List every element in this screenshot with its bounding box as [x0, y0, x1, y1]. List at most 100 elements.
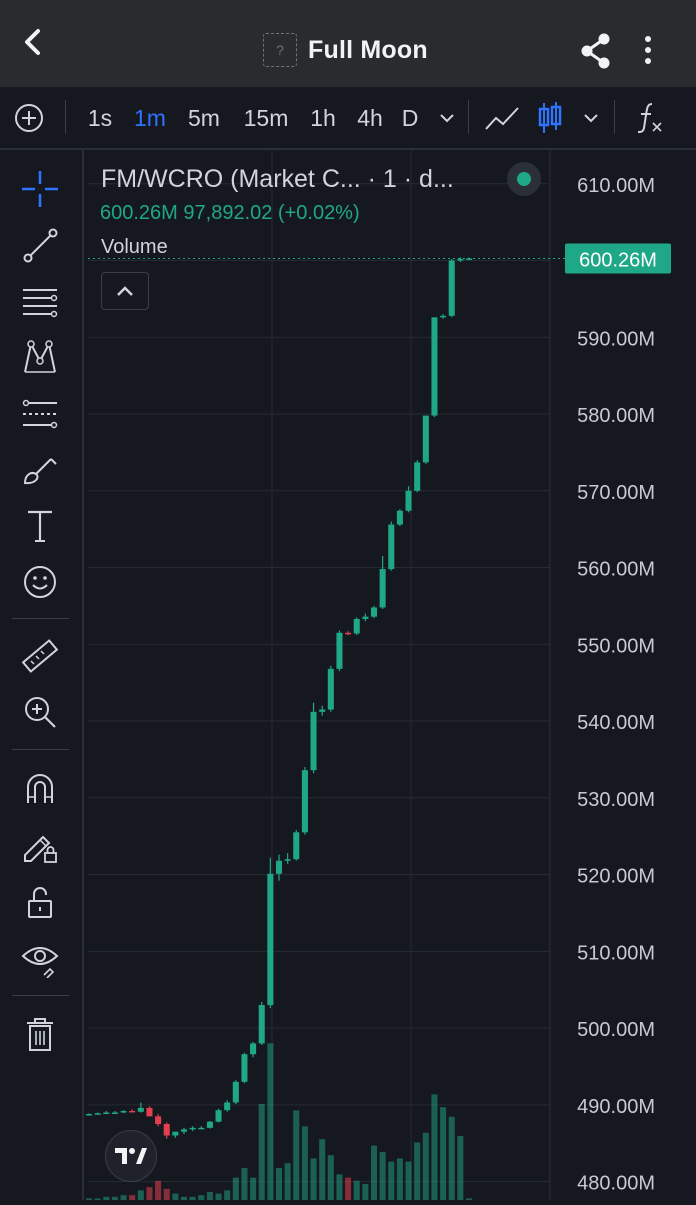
drawing-tools-sidebar	[0, 150, 84, 1200]
volume-bar	[250, 1177, 257, 1200]
volume-bar	[267, 1043, 274, 1200]
volume-bar	[431, 1094, 438, 1200]
volume-bar	[215, 1193, 222, 1200]
sidebar-divider	[12, 618, 69, 619]
magnet-mode-button[interactable]	[18, 767, 62, 811]
candle-body	[85, 1114, 93, 1116]
toolbar-divider	[614, 100, 615, 134]
last-price-label: 600.26M	[579, 250, 657, 272]
zoom-tool-button[interactable]	[18, 690, 62, 734]
volume-bar	[370, 1145, 378, 1200]
toolbar-divider	[468, 100, 469, 134]
volume-bar	[396, 1158, 403, 1200]
chart-panel[interactable]: 610.00M600.00M590.00M580.00M570.00M560.0…	[84, 150, 696, 1200]
tradingview-logo[interactable]	[105, 1130, 157, 1182]
volume-bar	[440, 1107, 447, 1200]
interval-1h[interactable]: 1h	[304, 88, 342, 148]
lock-all-drawings-button[interactable]	[18, 880, 62, 924]
candle-body	[206, 1121, 213, 1128]
candle-body	[353, 618, 360, 634]
candle-body	[422, 415, 429, 463]
interval-dropdown-button[interactable]	[432, 88, 462, 148]
price-axis-label: 500.00M	[577, 1019, 655, 1041]
volume-bar	[319, 1139, 326, 1200]
collapse-legend-button[interactable]	[101, 272, 149, 310]
candle-body	[362, 616, 369, 619]
forecast-tool-button[interactable]	[18, 392, 62, 436]
candle-body	[284, 859, 291, 861]
volume-bar	[422, 1132, 429, 1200]
candlesticks	[85, 257, 473, 1139]
eye-icon	[21, 947, 59, 978]
interval-5m[interactable]: 5m	[181, 88, 227, 148]
candle-body	[345, 632, 352, 635]
magnet-icon	[27, 774, 53, 803]
interval-1s[interactable]: 1s	[82, 88, 118, 148]
chart-type-dropdown-button[interactable]	[576, 88, 606, 148]
delete-drawings-button[interactable]	[18, 1012, 62, 1056]
app-header: ? Full Moon	[0, 0, 696, 87]
candle-body	[111, 1112, 118, 1114]
title-group: ? Full Moon	[263, 30, 428, 70]
crosshair-icon	[22, 171, 58, 207]
candle-chart-type-button[interactable]	[532, 88, 568, 148]
chevron-down-icon	[440, 114, 454, 123]
fib-tool-button[interactable]	[18, 280, 62, 324]
add-indicator-button[interactable]	[8, 88, 50, 148]
candle-body	[310, 711, 317, 771]
symbol-legend[interactable]: FM/WCRO (Market C... · 1 · d...	[101, 165, 454, 194]
plus-circle-icon	[15, 104, 43, 132]
price-axis-label: 510.00M	[577, 942, 655, 964]
line-chart-type-button[interactable]	[480, 88, 524, 148]
candlestick-icon	[538, 102, 562, 133]
sidebar-divider	[12, 995, 69, 996]
back-button[interactable]	[14, 22, 54, 62]
price-axis-label: 580.00M	[577, 405, 655, 427]
trash-icon	[27, 1018, 53, 1051]
text-tool-button[interactable]	[18, 504, 62, 548]
volume-bar	[146, 1187, 153, 1200]
candle-body	[146, 1107, 153, 1117]
measure-tool-button[interactable]	[18, 635, 62, 679]
emoji-tool-button[interactable]	[18, 560, 62, 604]
volume-legend-label[interactable]: Volume	[101, 236, 168, 259]
price-axis-label: 540.00M	[577, 712, 655, 734]
chevron-left-icon	[25, 29, 40, 55]
candle-body	[155, 1116, 162, 1125]
candle-body	[198, 1127, 205, 1130]
trend-line-tool-button[interactable]	[18, 223, 62, 267]
price-axis-label: 490.00M	[577, 1096, 655, 1118]
volume-bar	[448, 1116, 455, 1200]
interval-1m[interactable]: 1m	[128, 88, 172, 148]
candle-body	[232, 1081, 239, 1103]
volume-bar	[137, 1190, 144, 1200]
volume-bar	[457, 1136, 464, 1200]
volume-bar	[310, 1158, 317, 1200]
hide-drawings-button[interactable]	[18, 936, 62, 980]
interval-d[interactable]: D	[396, 88, 424, 148]
more-vertical-icon	[645, 36, 651, 64]
brush-tool-button[interactable]	[18, 448, 62, 492]
lock-drawings-edit-button[interactable]	[18, 823, 62, 867]
market-status-indicator[interactable]	[507, 162, 541, 196]
volume-bar	[336, 1174, 343, 1200]
pattern-tool-button[interactable]	[18, 335, 62, 379]
crosshair-tool-button[interactable]	[18, 167, 62, 211]
share-button[interactable]	[578, 32, 614, 70]
more-options-button[interactable]	[636, 34, 660, 68]
interval-15m[interactable]: 15m	[237, 88, 295, 148]
candle-body	[301, 770, 308, 833]
volume-bar	[206, 1192, 213, 1200]
candle-body	[319, 709, 326, 712]
price-chart[interactable]: 610.00M600.00M590.00M580.00M570.00M560.0…	[84, 150, 696, 1200]
interval-4h[interactable]: 4h	[350, 88, 390, 148]
price-axis-label: 560.00M	[577, 559, 655, 581]
text-icon	[28, 510, 52, 542]
zoom-in-icon	[25, 697, 56, 728]
price-axis-label: 570.00M	[577, 482, 655, 504]
trend-line-icon	[23, 228, 58, 263]
candle-body	[448, 260, 455, 316]
price-axis-label: 590.00M	[577, 328, 655, 350]
volume-bar	[327, 1155, 334, 1200]
indicators-button[interactable]	[630, 88, 670, 148]
